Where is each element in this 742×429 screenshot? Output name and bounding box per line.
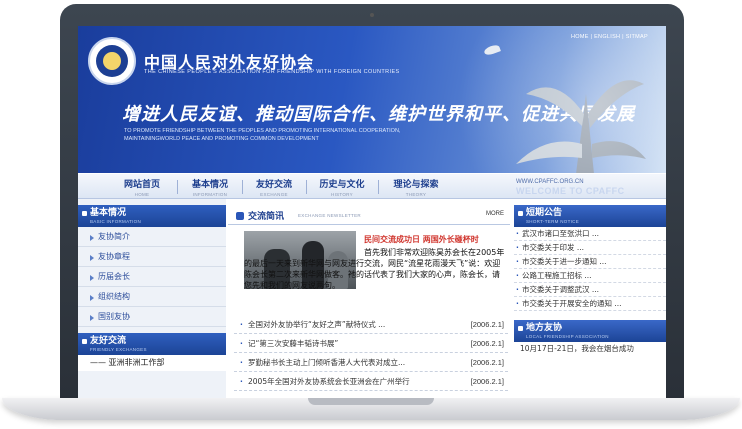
laptop-notch xyxy=(308,398,434,405)
bullet-icon xyxy=(518,326,523,331)
nav-home[interactable]: 网站首页 HOME xyxy=(114,177,170,197)
news-headline[interactable]: 民间交流成功日 两国外长碰杯时 xyxy=(364,234,479,245)
dove-icon xyxy=(483,43,501,57)
nav-divider xyxy=(378,180,379,194)
list-item[interactable]: 市交委关于调整武汉 ... xyxy=(514,283,666,297)
sidebar-item-structure[interactable]: 组织结构 xyxy=(78,287,226,307)
logo-emblem-icon xyxy=(96,45,128,77)
bullet-icon xyxy=(82,211,87,216)
welcome-text: WELCOME TO CPAFFC xyxy=(516,186,625,196)
list-item[interactable]: 公路工程施工招标 ... xyxy=(514,269,666,283)
list-item[interactable]: 市交委关于进一步通知 ... xyxy=(514,255,666,269)
bullet-icon xyxy=(82,339,87,344)
friendly-exchange-header: 友好交流 FRIENDLY EXCHANGES xyxy=(78,333,226,355)
sidebar-item-country-associations[interactable]: 国别友协 xyxy=(78,307,226,327)
list-item[interactable]: 罗勤秘书长主动上门倾听香港人大代表对成立...[2006.2.1] xyxy=(234,353,508,372)
nav-divider xyxy=(306,180,307,194)
nav-divider xyxy=(242,180,243,194)
list-item[interactable]: 2005年全国对外友协系统会长亚洲会在广州举行[2006.2.1] xyxy=(234,372,508,391)
right-sidebar: 短期公告 SHORT-TERM NOTICE 武汉市诸口至张洪口 ... 市交委… xyxy=(514,199,666,398)
nav-history[interactable]: 历史与文化 HISTORY xyxy=(310,177,374,197)
sidebar-item-presidents[interactable]: 历届会长 xyxy=(78,267,226,287)
slogan: 增进人民友谊、推动国际合作、维护世界和平、促进共同发展 xyxy=(122,104,635,125)
list-item[interactable]: 市交委关于印发 ... xyxy=(514,241,666,255)
website-screen: HOME | ENGLISH | SITMAP 中国人民对外友好协会 THE C… xyxy=(78,26,666,398)
bullet-icon xyxy=(518,211,523,216)
nav-information[interactable]: 基本情况 INFORMATION xyxy=(182,177,238,197)
notice-header: 短期公告 SHORT-TERM NOTICE xyxy=(514,205,666,227)
sidebar-item-asia-africa[interactable]: —— 亚洲非洲工作部 xyxy=(78,355,226,371)
sidebar-item-about[interactable]: 友协简介 xyxy=(78,227,226,247)
news-list: 全国对外友协举行“友好之声”献特仪式 ...[2006.2.1] 记“第三次安藤… xyxy=(234,315,508,391)
camera-icon xyxy=(370,13,374,17)
news-section: 交流简讯 EXCHANGE NEWSLETTER MORE 民间交流成功日 两国… xyxy=(228,199,510,398)
local-association-header: 地方友协 LOCAL FRIENDSHIP ASSOCIATION xyxy=(514,320,666,342)
main-nav: 网站首页 HOME 基本情况 INFORMATION 友好交流 EXCHANGE 历史… xyxy=(78,173,666,199)
site-url: WWW.CPAFFC.ORG.CN xyxy=(516,179,584,185)
local-association-text[interactable]: 10月17日-21日，我会在烟台成功 xyxy=(514,342,666,356)
nav-theory[interactable]: 理论与探索 THEORY xyxy=(382,177,450,197)
basic-info-header: 基本情况 BASIC INFORMATION xyxy=(78,205,226,227)
news-header: 交流简讯 EXCHANGE NEWSLETTER MORE xyxy=(228,207,510,225)
list-item[interactable]: 记“第三次安藤丰韬诗书展”[2006.2.1] xyxy=(234,334,508,353)
slogan-en: TO PROMOTE FRIENDSHIP BETWEEN THE PEOPLE… xyxy=(124,128,401,142)
list-item[interactable]: 市交委关于开展安全的通知 ... xyxy=(514,297,666,311)
more-link[interactable]: MORE xyxy=(486,211,504,217)
nav-divider xyxy=(177,180,178,194)
nav-exchange[interactable]: 友好交流 EXCHANGE xyxy=(246,177,302,197)
list-item[interactable]: 武汉市诸口至张洪口 ... xyxy=(514,227,666,241)
sidebar-item-charter[interactable]: 友协章程 xyxy=(78,247,226,267)
left-sidebar: 基本情况 BASIC INFORMATION 友协简介 友协章程 历届会长 组织… xyxy=(78,199,226,398)
association-logo[interactable] xyxy=(88,37,136,85)
laptop-frame: HOME | ENGLISH | SITMAP 中国人民对外友好协会 THE C… xyxy=(0,0,742,429)
banner: HOME | ENGLISH | SITMAP 中国人民对外友好协会 THE C… xyxy=(78,26,666,173)
list-item[interactable]: 全国对外友协举行“友好之声”献特仪式 ...[2006.2.1] xyxy=(234,315,508,334)
news-excerpt: 首先我们非常欢迎陈昊苏会长在2005年的最后一天来到新华网与网友进行交流，网民“… xyxy=(244,248,505,290)
org-name-en: THE CHINESE PEOPLE'S ASSOCIATION FOR FRI… xyxy=(144,69,400,75)
section-icon xyxy=(236,212,244,220)
monument-sculpture-icon xyxy=(516,80,646,173)
top-links[interactable]: HOME | ENGLISH | SITMAP xyxy=(571,34,648,40)
